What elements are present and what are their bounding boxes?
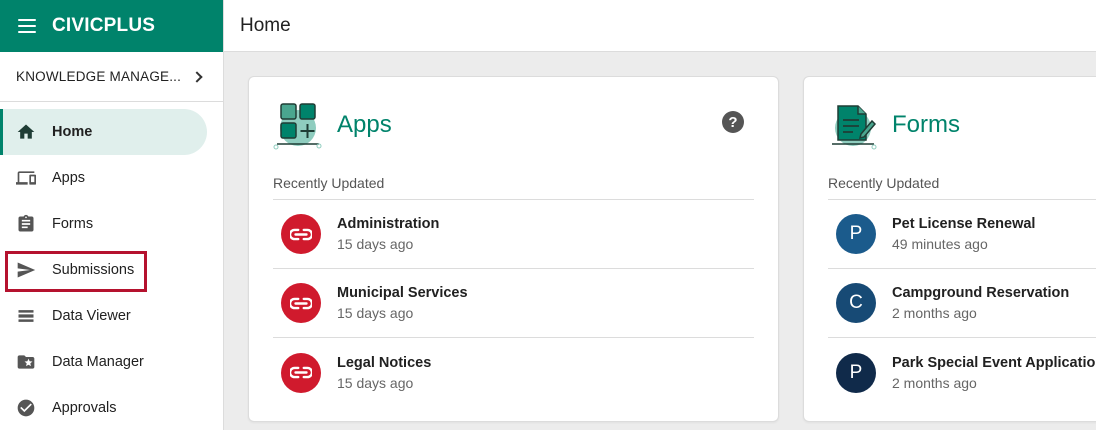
- top-bar: Home: [224, 0, 1096, 52]
- forms-list: P Pet License Renewal 49 minutes ago C C…: [828, 199, 1096, 407]
- app-updated-time: 15 days ago: [337, 236, 414, 252]
- submissions-highlight-box: [5, 251, 147, 292]
- sidebar-item-label: Approvals: [52, 400, 117, 416]
- civicplus-logo-icon: [281, 283, 321, 323]
- forms-card: Forms Recently Updated P Pet License Ren…: [803, 76, 1096, 422]
- forms-card-title: Forms: [892, 111, 960, 138]
- apps-card-title: Apps: [337, 111, 392, 138]
- list-item[interactable]: Administration 15 days ago: [273, 200, 754, 269]
- civicplus-logo-icon: [281, 214, 321, 254]
- apps-recent-label: Recently Updated: [273, 175, 385, 191]
- clipboard-icon: [16, 214, 36, 234]
- folder-star-icon: [16, 352, 36, 372]
- form-name: Park Special Event Application: [892, 354, 1096, 371]
- forms-card-header: Forms: [804, 77, 1096, 173]
- app-name: Legal Notices: [337, 354, 432, 371]
- form-avatar: P: [836, 214, 876, 254]
- check-circle-icon: [16, 398, 36, 418]
- app-updated-time: 15 days ago: [337, 374, 414, 391]
- form-document-icon: [832, 105, 877, 150]
- apps-card: Apps ? Recently Updated Administration 1…: [248, 76, 779, 422]
- app-name: Administration: [337, 216, 440, 232]
- sidebar-item-approvals[interactable]: Approvals: [0, 385, 207, 430]
- app-name: Municipal Services: [337, 285, 468, 301]
- sidebar-item-label: Data Viewer: [52, 308, 131, 324]
- help-icon[interactable]: ?: [722, 111, 744, 133]
- form-updated-time: 2 months ago: [892, 305, 977, 321]
- devices-icon: [16, 168, 36, 188]
- home-icon: [16, 122, 36, 142]
- sidebar-item-forms[interactable]: Forms: [0, 201, 207, 247]
- form-updated-time: 49 minutes ago: [892, 236, 988, 252]
- apps-grid-icon: [273, 103, 322, 150]
- form-name: Pet License Renewal: [892, 216, 1036, 232]
- list-item[interactable]: P Pet License Renewal 49 minutes ago: [828, 200, 1096, 269]
- forms-recent-label: Recently Updated: [828, 175, 940, 191]
- sidebar-item-home[interactable]: Home: [0, 109, 207, 155]
- section-selector[interactable]: KNOWLEDGE MANAGE...: [0, 52, 223, 102]
- form-updated-time: 2 months ago: [892, 374, 977, 391]
- form-avatar: P: [836, 352, 876, 393]
- sidebar-item-data-viewer[interactable]: Data Viewer: [0, 293, 207, 339]
- table-rows-icon: [16, 306, 36, 326]
- sidebar-item-label: Forms: [52, 216, 94, 232]
- list-item[interactable]: Legal Notices 15 days ago: [273, 338, 754, 407]
- sidebar: CIVICPLUS KNOWLEDGE MANAGE... Home Apps …: [0, 0, 224, 430]
- sidebar-item-label: Apps: [52, 170, 86, 186]
- list-item[interactable]: Municipal Services 15 days ago: [273, 269, 754, 338]
- app-updated-time: 15 days ago: [337, 305, 414, 321]
- list-item[interactable]: P Park Special Event Application 2 month…: [828, 338, 1096, 407]
- sidebar-item-apps[interactable]: Apps: [0, 155, 207, 201]
- menu-icon[interactable]: [18, 19, 36, 33]
- apps-card-header: Apps ?: [249, 77, 778, 173]
- sidebar-item-label: Home: [52, 124, 93, 140]
- section-label: KNOWLEDGE MANAGE...: [16, 69, 182, 84]
- apps-list: Administration 15 days ago Municipal Ser…: [273, 199, 754, 407]
- page-title: Home: [240, 14, 291, 36]
- brand-name: CIVICPLUS: [52, 15, 156, 36]
- brand-bar: CIVICPLUS: [0, 0, 223, 52]
- list-item[interactable]: C Campground Reservation 2 months ago: [828, 269, 1096, 338]
- form-name: Campground Reservation: [892, 285, 1070, 301]
- sidebar-item-label: Data Manager: [52, 354, 144, 370]
- chevron-right-icon: [191, 70, 203, 83]
- civicplus-logo-icon: [281, 352, 321, 393]
- sidebar-item-data-manager[interactable]: Data Manager: [0, 339, 207, 385]
- form-avatar: C: [836, 283, 876, 323]
